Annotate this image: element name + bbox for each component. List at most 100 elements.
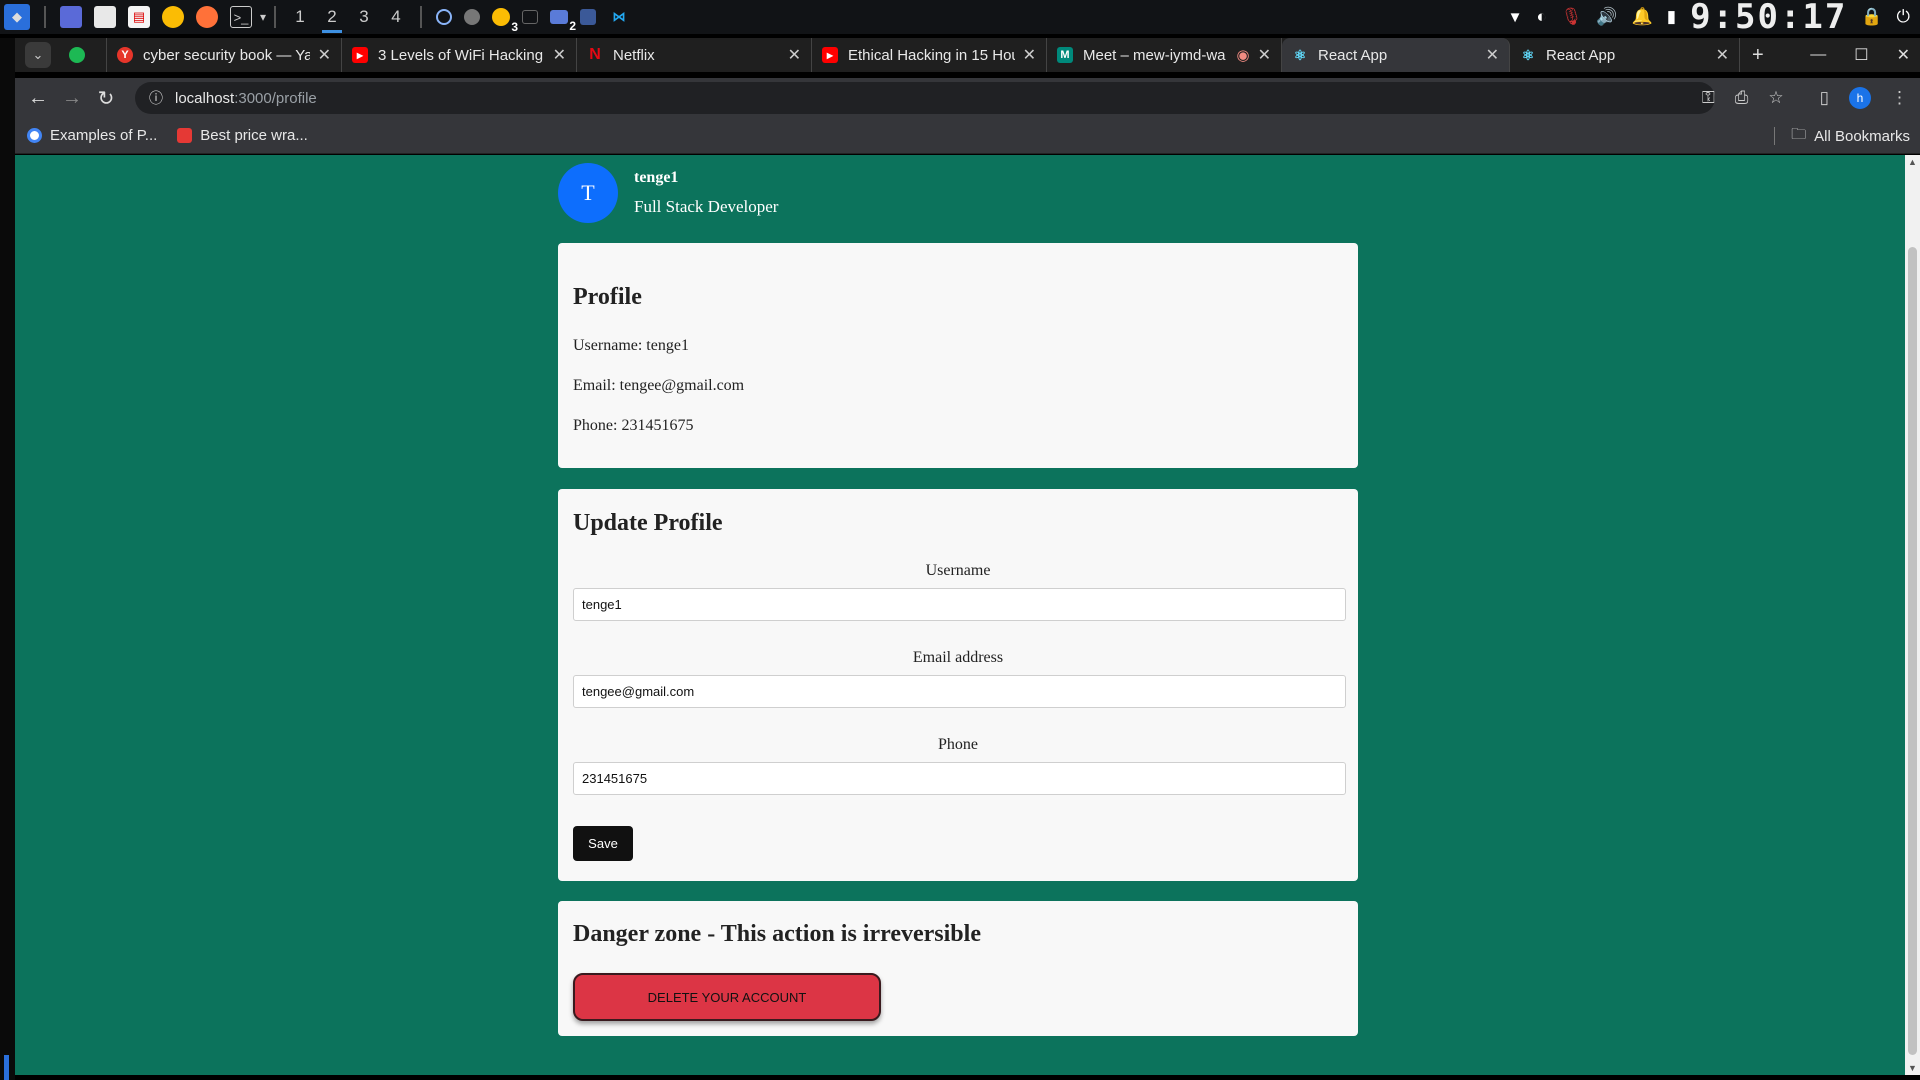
- spotify-icon: [69, 47, 85, 63]
- chrome-active-window-icon[interactable]: 3: [492, 8, 518, 34]
- tab-spotify[interactable]: [59, 38, 107, 72]
- scroll-up-icon[interactable]: ▲: [1908, 157, 1917, 167]
- address-bar[interactable]: ⓘ localhost:3000/profile: [135, 82, 1715, 114]
- youtube-icon: ▶: [822, 47, 838, 63]
- install-app-icon[interactable]: ⎙: [1735, 88, 1749, 108]
- profile-username: Username: tenge1: [573, 337, 689, 354]
- youtube-icon: ▶: [352, 47, 368, 63]
- email-label: Email address: [912, 649, 1004, 666]
- side-panel-icon[interactable]: ▯: [1820, 88, 1829, 108]
- profile-avatar-icon[interactable]: h: [1849, 87, 1871, 109]
- close-tab-icon[interactable]: ✕: [1486, 45, 1499, 65]
- launcher-chevron-icon[interactable]: ▾: [260, 10, 266, 24]
- close-tab-icon[interactable]: ✕: [1258, 45, 1271, 65]
- site-info-icon[interactable]: ⓘ: [149, 88, 163, 108]
- workspace-1[interactable]: 1: [284, 7, 316, 27]
- update-profile-card: Update Profile Username Email address Ph…: [558, 489, 1358, 881]
- chrome-window-icon[interactable]: [464, 9, 481, 25]
- firefox-icon[interactable]: [196, 6, 218, 28]
- scroll-down-icon[interactable]: ▼: [1908, 1063, 1917, 1073]
- tab-meet[interactable]: M Meet – mew-iymd-wa ◉ ✕: [1047, 38, 1282, 72]
- volume-icon[interactable]: 🔊: [1596, 7, 1617, 27]
- toolbar-actions: ⚿ ⎙ ☆ ▯ h ⋮: [1702, 78, 1908, 118]
- username-field[interactable]: [573, 588, 1346, 621]
- terminal-window-icon[interactable]: [522, 10, 539, 24]
- reload-icon[interactable]: ↻: [89, 81, 123, 115]
- page-scrollbar[interactable]: ▲ ▼: [1905, 155, 1920, 1075]
- back-arrow-icon[interactable]: ←: [21, 81, 55, 115]
- maximize-icon[interactable]: ☐: [1854, 45, 1868, 65]
- bookmark-favicon-icon: [177, 128, 193, 143]
- vpn-icon[interactable]: ◐: [1537, 7, 1547, 27]
- password-key-icon[interactable]: ⚿: [1702, 88, 1715, 108]
- minimize-icon[interactable]: —: [1810, 46, 1826, 64]
- close-window-icon[interactable]: ✕: [1897, 45, 1910, 65]
- close-tab-icon[interactable]: ✕: [1716, 45, 1729, 65]
- recording-icon: ◉: [1236, 47, 1250, 64]
- tab-title: React App: [1318, 46, 1388, 64]
- workspace-3[interactable]: 3: [348, 7, 380, 27]
- tab-wifi-hacking[interactable]: ▶ 3 Levels of WiFi Hacking ✕: [342, 38, 577, 72]
- tab-title: React App: [1546, 46, 1616, 64]
- bookmark-favicon-icon: [27, 128, 42, 143]
- microphone-icon[interactable]: 🎙: [1561, 7, 1583, 27]
- bookmarks-bar: Examples of P... Best price wra... 🗀 All…: [15, 118, 1920, 154]
- page-content: T tenge1 Full Stack Developer Profile Us…: [15, 155, 1905, 1075]
- new-tab-plus-icon[interactable]: +: [1752, 44, 1764, 67]
- close-tab-icon[interactable]: ✕: [318, 45, 331, 65]
- workspace-4[interactable]: 4: [380, 7, 412, 27]
- all-bookmarks-label: All Bookmarks: [1814, 127, 1910, 145]
- taskbar-divider: [420, 6, 423, 28]
- close-tab-icon[interactable]: ✕: [553, 45, 566, 65]
- close-tab-icon[interactable]: ✕: [788, 45, 801, 65]
- window-switcher-badge: 2: [569, 19, 577, 33]
- desktop-icon[interactable]: [60, 6, 82, 28]
- tab-ethical-hacking[interactable]: ▶ Ethical Hacking in 15 Hou ✕: [812, 38, 1047, 72]
- close-tab-icon[interactable]: ✕: [1023, 45, 1036, 65]
- notification-bell-icon[interactable]: 🔔: [1632, 7, 1653, 27]
- workspace-2[interactable]: 2: [316, 7, 348, 33]
- react-icon: ⚛: [1521, 46, 1535, 63]
- phone-field[interactable]: [573, 762, 1346, 795]
- terminal-icon[interactable]: >_: [230, 6, 252, 28]
- profile-email: Email: tengee@gmail.com: [573, 377, 745, 394]
- delete-account-button[interactable]: DELETE YOUR ACCOUNT: [573, 973, 881, 1021]
- url-path: :3000/profile: [234, 89, 317, 107]
- tab-react-app[interactable]: ⚛ React App ✕: [1510, 38, 1740, 72]
- tab-title: Netflix: [613, 46, 655, 64]
- vscode-icon[interactable]: ⋈: [608, 6, 630, 28]
- bookmark-examples[interactable]: Examples of P...: [27, 127, 157, 144]
- bookmark-star-icon[interactable]: ☆: [1768, 88, 1783, 108]
- window-count-badge: 3: [511, 20, 519, 34]
- tab-cyber-security-book[interactable]: Y cyber security book — Ya ✕: [107, 38, 342, 72]
- kebab-menu-icon[interactable]: ⋮: [1891, 88, 1908, 108]
- chrome-icon[interactable]: [162, 6, 184, 28]
- tab-react-app-active[interactable]: ⚛ React App ✕: [1282, 38, 1510, 72]
- window-switcher-icon[interactable]: 2: [550, 10, 576, 33]
- app-launcher-icon[interactable]: ◆: [4, 4, 30, 30]
- remote-desktop-icon[interactable]: [580, 9, 597, 25]
- window-controls: — ☐ ✕: [1810, 38, 1910, 72]
- danger-zone-card: Danger zone - This action is irreversibl…: [558, 901, 1358, 1036]
- pdf-viewer-icon[interactable]: ▤: [128, 6, 150, 28]
- save-button[interactable]: Save: [573, 826, 633, 861]
- power-icon[interactable]: ⏻: [1897, 7, 1910, 27]
- power-app-icon[interactable]: [436, 9, 453, 25]
- yandex-icon: Y: [117, 47, 133, 63]
- danger-zone-heading: Danger zone - This action is irreversibl…: [573, 921, 981, 947]
- all-bookmarks-button[interactable]: 🗀 All Bookmarks: [1774, 118, 1910, 154]
- file-manager-icon[interactable]: [94, 6, 116, 28]
- bookmark-best-price[interactable]: Best price wra...: [177, 127, 308, 144]
- tab-netflix[interactable]: N Netflix ✕: [577, 38, 812, 72]
- lock-icon[interactable]: 🔒: [1861, 7, 1882, 27]
- email-field[interactable]: [573, 675, 1346, 708]
- phone-label: Phone: [938, 736, 978, 753]
- scrollbar-thumb[interactable]: [1908, 247, 1917, 1055]
- bookmark-label: Examples of P...: [50, 127, 158, 144]
- tab-search-chevron-icon[interactable]: ⌄: [25, 42, 51, 68]
- battery-icon[interactable]: ▮: [1667, 7, 1676, 27]
- tab-title: Meet – mew-iymd-wa: [1083, 46, 1226, 64]
- forward-arrow-icon[interactable]: →: [55, 81, 89, 115]
- wifi-icon[interactable]: ▼: [1508, 9, 1523, 26]
- react-icon: ⚛: [1293, 46, 1307, 63]
